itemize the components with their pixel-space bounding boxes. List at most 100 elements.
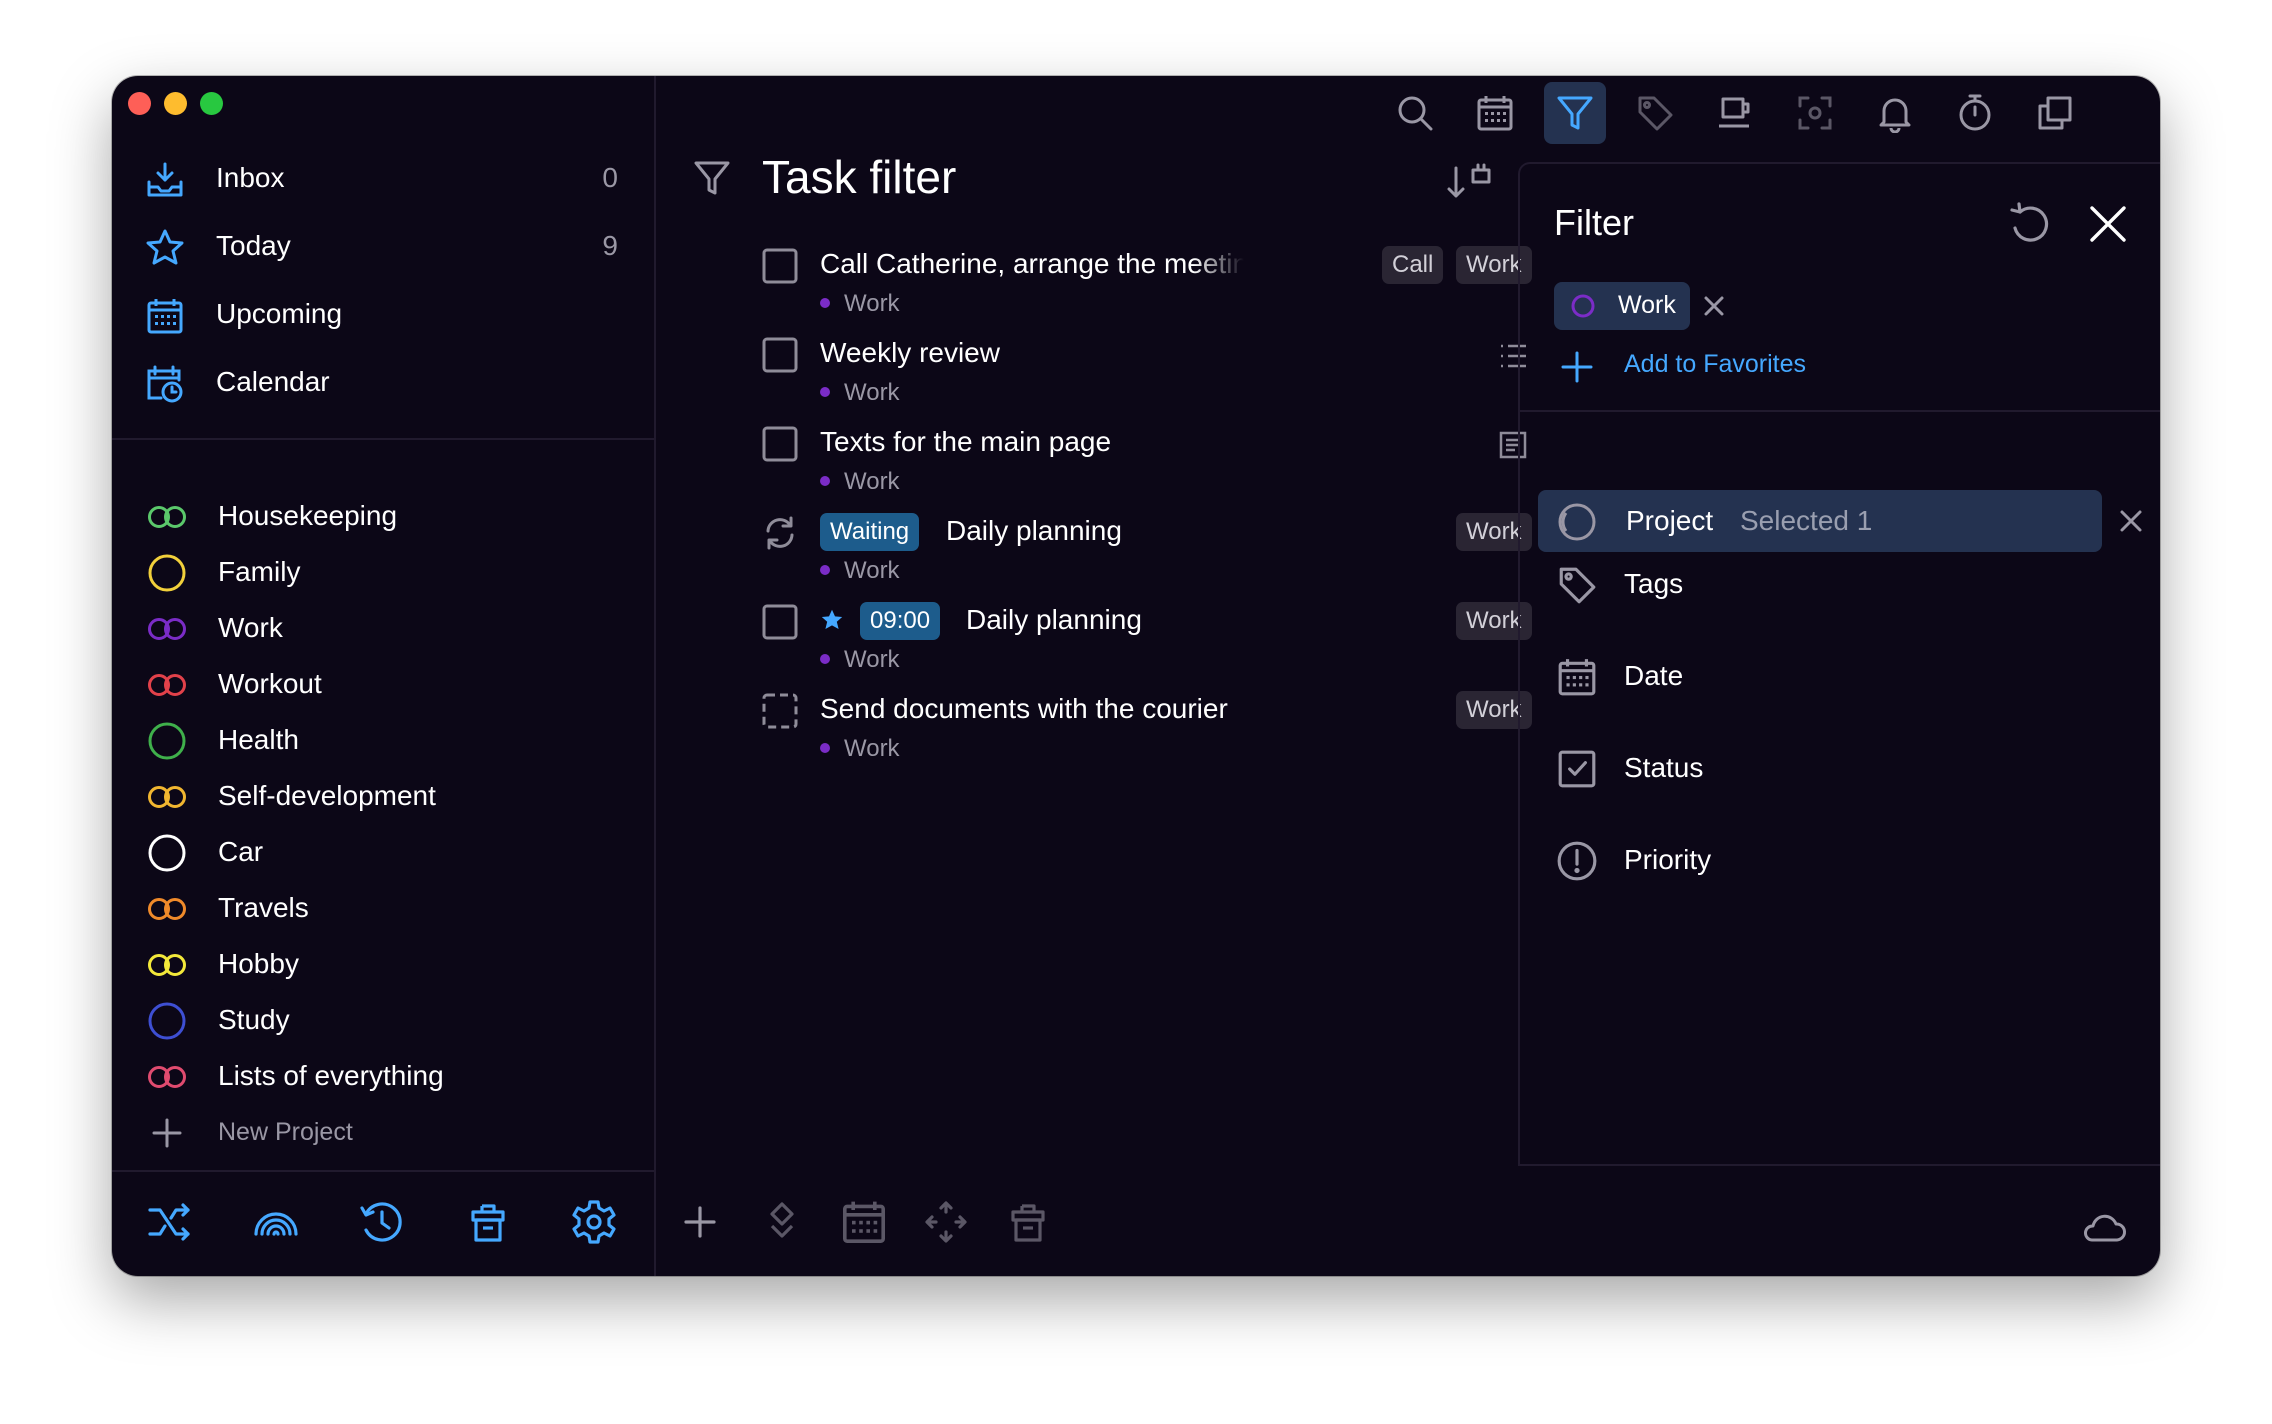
task-row[interactable]: Weekly review Work — [656, 327, 1526, 415]
task-project: Work — [820, 379, 900, 407]
nav-item-calendar[interactable]: Calendar — [112, 348, 654, 416]
project-item-housekeeping[interactable]: Housekeeping — [112, 488, 654, 544]
sidebar-bottom-toolbar — [112, 1198, 654, 1258]
bell-icon[interactable] — [1864, 82, 1926, 144]
nav-item-today[interactable]: Today 9 — [112, 212, 654, 280]
project-dot — [820, 564, 830, 575]
filter-row-date[interactable]: Date — [1520, 644, 2160, 706]
project-item-lists-of-everything[interactable]: Lists of everything — [112, 1048, 654, 1104]
project-label: Workout — [218, 668, 322, 699]
project-item-work[interactable]: Work — [112, 600, 654, 656]
project-label: Health — [218, 724, 299, 755]
page-title: Task filter — [762, 151, 957, 203]
calendar-clock-icon — [145, 364, 185, 404]
nav-item-upcoming[interactable]: Upcoming — [112, 280, 654, 348]
task-checkbox[interactable] — [762, 337, 798, 373]
task-project-label: Work — [844, 557, 900, 584]
sort-icon[interactable] — [1446, 162, 1494, 202]
filter-project-row[interactable]: Project Selected 1 — [1538, 490, 2102, 552]
filter-icon[interactable] — [1544, 82, 1606, 144]
calendar-grid-icon[interactable] — [840, 1198, 888, 1246]
nav-item-inbox[interactable]: Inbox 0 — [112, 144, 654, 212]
rainbow-icon[interactable] — [252, 1198, 300, 1246]
task-checkbox-dashed[interactable] — [762, 693, 798, 729]
filter-row-status[interactable]: Status — [1520, 736, 2160, 798]
task-row[interactable]: 09:00 Daily planning Work Work — [656, 594, 1532, 682]
clear-project-filter-icon[interactable] — [2118, 508, 2144, 534]
task-title: Daily planning — [946, 515, 1122, 546]
plus-icon — [146, 1113, 188, 1153]
project-dot — [820, 386, 830, 397]
active-filter-chip[interactable]: Work — [1554, 282, 1690, 330]
ring-icon — [146, 833, 188, 873]
project-item-study[interactable]: Study — [112, 992, 654, 1048]
coffee-cup-icon[interactable] — [1704, 82, 1766, 144]
task-row[interactable]: Waiting Daily planning Work Work — [656, 505, 1532, 593]
new-project-button[interactable]: New Project — [112, 1104, 654, 1160]
project-item-family[interactable]: Family — [112, 544, 654, 600]
move-icon[interactable] — [922, 1198, 970, 1246]
task-project: Work — [820, 735, 900, 763]
add-to-favorites-link[interactable]: Add to Favorites — [1624, 350, 1806, 379]
filter-row-tags[interactable]: Tags — [1520, 552, 2160, 614]
trash-icon[interactable] — [464, 1198, 512, 1246]
project-item-travels[interactable]: Travels — [112, 880, 654, 936]
project-dot — [820, 475, 830, 486]
task-project: Work — [820, 468, 900, 496]
project-label: Self-development — [218, 780, 436, 811]
filter-row-label: Status — [1624, 752, 1704, 783]
duplicate-window-icon[interactable] — [2024, 82, 2086, 144]
filter-row-priority[interactable]: Priority — [1520, 828, 2160, 890]
status-chip: Waiting — [820, 513, 920, 551]
history-icon[interactable] — [358, 1198, 406, 1246]
reset-icon[interactable] — [2006, 200, 2054, 248]
repeat-icon[interactable] — [762, 515, 798, 551]
task-title: Call Catherine, arrange the meeting — [820, 248, 1244, 279]
plus-icon[interactable] — [1560, 350, 1594, 384]
project-item-health[interactable]: Health — [112, 712, 654, 768]
task-row[interactable]: Send documents with the courier Work Wor… — [656, 683, 1532, 771]
add-icon[interactable] — [676, 1198, 724, 1246]
priority-diamond-icon[interactable] — [758, 1198, 806, 1246]
trash-icon[interactable] — [1004, 1198, 1052, 1246]
task-row[interactable]: Call Catherine, arrange the meeting Call… — [656, 238, 1532, 326]
star-icon — [145, 228, 185, 268]
nav-label: Today — [216, 230, 291, 261]
filter-panel: Filter Work Add to Favorites Project Sel — [1518, 162, 2160, 1166]
double-ring-icon — [146, 1057, 188, 1097]
ring-icon — [146, 553, 188, 593]
project-item-workout[interactable]: Workout — [112, 656, 654, 712]
task-bottom-toolbar — [656, 1198, 1518, 1258]
calendar-grid-icon — [145, 296, 185, 336]
tag-icon — [1556, 564, 1598, 606]
task-row[interactable]: Texts for the main page Work — [656, 416, 1527, 504]
task-checkbox[interactable] — [762, 426, 798, 462]
focus-scan-icon[interactable] — [1784, 82, 1846, 144]
remove-filter-icon[interactable] — [1702, 294, 1726, 318]
project-item-self-development[interactable]: Self-development — [112, 768, 654, 824]
project-label: Family — [218, 556, 301, 587]
task-project-label: Work — [844, 379, 900, 406]
task-checkbox[interactable] — [762, 248, 798, 284]
filter-row-label: Tags — [1624, 568, 1684, 599]
inbox-icon — [145, 160, 185, 200]
close-icon[interactable] — [2086, 202, 2130, 246]
timer-icon[interactable] — [1944, 82, 2006, 144]
double-ring-icon — [146, 777, 188, 817]
project-dot — [820, 653, 830, 664]
task-list-pane: Task filter Call Catherine, arrange the … — [656, 76, 1532, 1276]
nav-list: Inbox 0 Today 9 Upcoming Calendar — [112, 144, 654, 416]
settings-gear-icon[interactable] — [570, 1198, 618, 1246]
project-item-car[interactable]: Car — [112, 824, 654, 880]
tag-icon[interactable] — [1624, 82, 1686, 144]
task-title: Weekly review — [820, 337, 1000, 368]
project-label: Lists of everything — [218, 1060, 444, 1091]
task-project-label: Work — [844, 735, 900, 762]
cloud-sync-icon[interactable] — [2080, 1204, 2128, 1252]
project-item-hobby[interactable]: Hobby — [112, 936, 654, 992]
project-label: Hobby — [218, 948, 299, 979]
shuffle-icon[interactable] — [146, 1198, 194, 1246]
sidebar-divider — [112, 1170, 654, 1172]
task-checkbox[interactable] — [762, 604, 798, 640]
filter-row-label: Project — [1626, 505, 1714, 536]
